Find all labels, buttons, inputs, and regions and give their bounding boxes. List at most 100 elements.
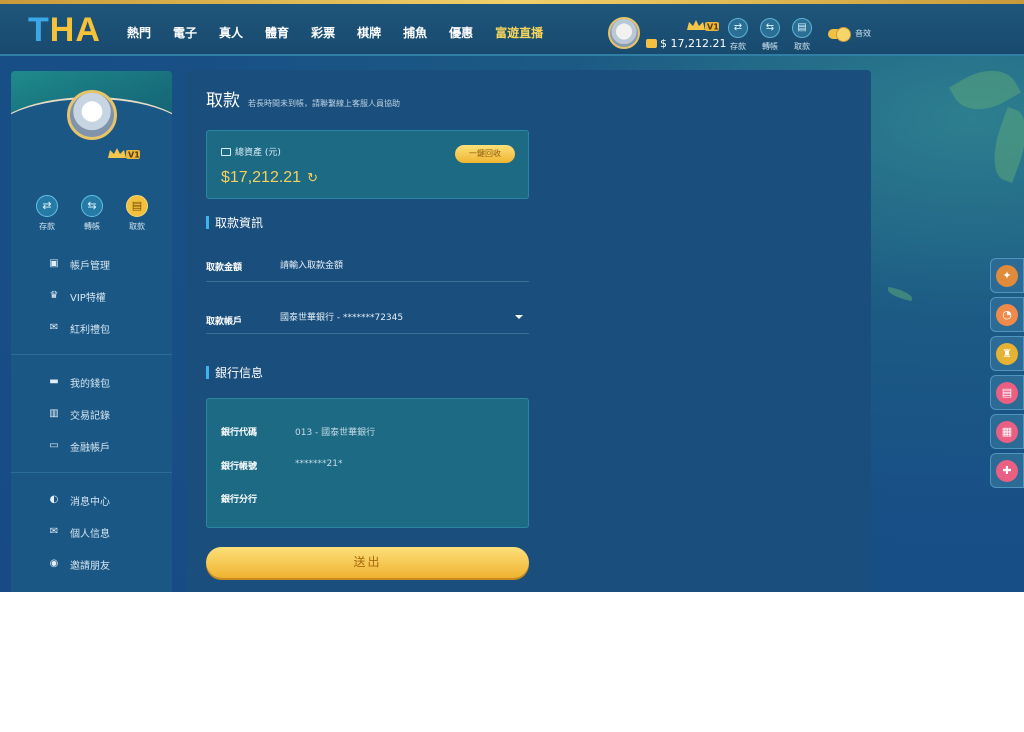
sidebar-avatar[interactable] bbox=[67, 90, 117, 140]
sidebar-item-label: 紅利禮包 bbox=[70, 324, 110, 336]
header-withdraw-label: 取款 bbox=[794, 42, 810, 51]
sidebar-deposit-button[interactable]: ⇄ 存款 bbox=[27, 195, 67, 232]
header-deposit-label: 存款 bbox=[730, 42, 746, 51]
deposit-icon: ⇄ bbox=[36, 195, 58, 217]
sidebar-item-label: 交易記錄 bbox=[70, 410, 110, 422]
total-assets-card: 總資產 (元) $17,212.21 ↻ 一鍵回收 bbox=[206, 130, 529, 199]
main-nav: 熱門 電子 真人 體育 彩票 棋牌 捕魚 優惠 富遊直播 bbox=[127, 24, 565, 41]
float-ticket-button[interactable]: ▤ bbox=[990, 375, 1024, 410]
sidebar-item-bonus[interactable]: ✉ 紅利禮包 bbox=[11, 312, 172, 344]
page-title-row: 取款 若長時間未到帳，請聯繫線上客服人員協助 bbox=[206, 86, 400, 111]
withdraw-account-label: 取款帳戶 bbox=[206, 317, 243, 327]
nav-lottery[interactable]: 彩票 bbox=[311, 24, 335, 41]
total-assets-amount: $17,212.21 ↻ bbox=[221, 169, 318, 187]
section-title: 銀行信息 bbox=[215, 366, 264, 380]
one-click-recover-button[interactable]: 一鍵回收 bbox=[455, 145, 515, 163]
sidebar-vip-level: V1 bbox=[128, 151, 140, 160]
nav-live-stream[interactable]: 富遊直播 bbox=[495, 24, 543, 41]
withdraw-amount-field[interactable]: 取款金額 請輸入取款金額 bbox=[206, 248, 529, 282]
refresh-icon[interactable]: ↻ bbox=[307, 170, 318, 186]
vip-level: V1 bbox=[707, 23, 719, 32]
chevron-down-icon[interactable] bbox=[515, 315, 523, 319]
floating-quick-buttons: ✦ ◔ ♜ ▤ ▦ ✚ bbox=[990, 258, 1024, 488]
crown-icon: V1 bbox=[687, 20, 719, 32]
users-icon: ◉ bbox=[49, 558, 59, 569]
id-card-icon: ▣ bbox=[49, 258, 59, 269]
withdraw-icon: ▤ bbox=[792, 18, 812, 38]
user-avatar[interactable] bbox=[608, 17, 640, 49]
logo-text-ha: HA bbox=[49, 11, 101, 49]
sidebar-item-label: VIP特權 bbox=[70, 292, 106, 304]
sidebar-item-profile[interactable]: ✉ 個人信息 bbox=[11, 516, 172, 548]
section-marker bbox=[206, 216, 209, 229]
sidebar-transfer-button[interactable]: ⇆ 轉帳 bbox=[72, 195, 112, 232]
float-trophy-button[interactable]: ♜ bbox=[990, 336, 1024, 371]
megaphone-icon: ◐ bbox=[49, 494, 59, 505]
sidebar-transfer-label: 轉帳 bbox=[84, 222, 100, 231]
bank-account-value: *******21* bbox=[295, 459, 343, 469]
header-transfer-button[interactable]: ⇆ 轉帳 bbox=[760, 18, 780, 52]
transfer-icon: ⇆ bbox=[81, 195, 103, 217]
sidebar-item-wallet[interactable]: ▬ 我的錢包 bbox=[11, 366, 172, 398]
page-title: 取款 bbox=[206, 91, 240, 111]
nav-fishing[interactable]: 捕魚 bbox=[403, 24, 427, 41]
float-user-add-button[interactable]: ✚ bbox=[990, 453, 1024, 488]
float-calendar-button[interactable]: ▦ bbox=[990, 414, 1024, 449]
bank-account-row: 銀行帳號 *******21* bbox=[221, 459, 342, 472]
withdraw-amount-label: 取款金額 bbox=[206, 263, 243, 273]
wallet-icon bbox=[646, 39, 657, 48]
top-header: THA 熱門 電子 真人 體育 彩票 棋牌 捕魚 優惠 富遊直播 V1 $ 17… bbox=[0, 4, 1024, 56]
sidebar-withdraw-button[interactable]: ▤ 取款 bbox=[117, 195, 157, 232]
nav-live-casino[interactable]: 真人 bbox=[219, 24, 243, 41]
ticket-icon: ▤ bbox=[996, 381, 1018, 404]
nav-electronic[interactable]: 電子 bbox=[173, 24, 197, 41]
calendar-icon: ▦ bbox=[996, 420, 1018, 443]
withdraw-account-select[interactable]: 取款帳戶 國泰世華銀行 - *******72345 bbox=[206, 300, 529, 334]
nav-sports[interactable]: 體育 bbox=[265, 24, 289, 41]
header-transfer-label: 轉帳 bbox=[762, 42, 778, 51]
header-deposit-button[interactable]: ⇄ 存款 bbox=[728, 18, 748, 52]
nav-hot[interactable]: 熱門 bbox=[127, 24, 151, 41]
logo-text-t: T bbox=[28, 11, 50, 49]
sidebar-deposit-label: 存款 bbox=[39, 222, 55, 231]
support-icon: ◔ bbox=[996, 303, 1018, 326]
nav-promotions[interactable]: 優惠 bbox=[449, 24, 473, 41]
crown-icon: V1 bbox=[108, 148, 140, 160]
header-balance-value: $ 17,212.21 bbox=[660, 37, 727, 50]
sidebar-group-wallet: ▬ 我的錢包 ▥ 交易記錄 ▭ 金融帳戶 bbox=[11, 354, 172, 462]
toggle-switch bbox=[828, 26, 851, 42]
nav-chess[interactable]: 棋牌 bbox=[357, 24, 381, 41]
crown-icon: ♛ bbox=[49, 290, 59, 301]
sidebar-item-messages[interactable]: ◐ 消息中心 bbox=[11, 484, 172, 516]
sidebar: V1 ⇄ 存款 ⇆ 轉帳 ▤ 取款 ▣ 帳戶管理 ♛ VIP特權 ✉ 紅利禮包 … bbox=[11, 71, 172, 592]
decorative-leaf bbox=[886, 286, 914, 302]
sidebar-vip-badge: V1 bbox=[107, 146, 141, 165]
sidebar-quick-actions: ⇄ 存款 ⇆ 轉帳 ▤ 取款 bbox=[27, 195, 157, 232]
sidebar-item-invite[interactable]: ◉ 邀請朋友 bbox=[11, 548, 172, 580]
total-assets-value: $17,212.21 bbox=[221, 169, 302, 186]
decorative-leaf bbox=[983, 106, 1024, 184]
sidebar-item-label: 金融帳戶 bbox=[70, 442, 110, 454]
logo[interactable]: THA bbox=[28, 12, 101, 48]
float-gift-button[interactable]: ✦ bbox=[990, 258, 1024, 293]
sidebar-item-label: 我的錢包 bbox=[70, 378, 110, 390]
sidebar-item-financial-accounts[interactable]: ▭ 金融帳戶 bbox=[11, 430, 172, 462]
withdraw-account-value[interactable]: 國泰世華銀行 - *******72345 bbox=[280, 310, 403, 323]
sidebar-item-label: 邀請朋友 bbox=[70, 560, 110, 572]
deposit-icon: ⇄ bbox=[728, 18, 748, 38]
user-add-icon: ✚ bbox=[996, 459, 1018, 482]
withdraw-amount-input[interactable]: 請輸入取款金額 bbox=[280, 258, 343, 271]
submit-button[interactable]: 送出 bbox=[206, 547, 529, 578]
total-assets-label-text: 總資產 (元) bbox=[235, 148, 281, 158]
sidebar-item-vip[interactable]: ♛ VIP特權 bbox=[11, 280, 172, 312]
sound-toggle[interactable]: 音效 bbox=[828, 26, 871, 42]
header-actions: ⇄ 存款 ⇆ 轉帳 ▤ 取款 bbox=[728, 18, 812, 52]
sidebar-item-label: 消息中心 bbox=[70, 496, 110, 508]
envelope-icon: ✉ bbox=[49, 526, 59, 537]
sidebar-item-account-management[interactable]: ▣ 帳戶管理 bbox=[11, 248, 172, 280]
bank-branch-label: 銀行分行 bbox=[221, 495, 258, 505]
float-support-button[interactable]: ◔ bbox=[990, 297, 1024, 332]
sidebar-item-transactions[interactable]: ▥ 交易記錄 bbox=[11, 398, 172, 430]
header-withdraw-button[interactable]: ▤ 取款 bbox=[792, 18, 812, 52]
card-icon: ▭ bbox=[49, 440, 59, 451]
